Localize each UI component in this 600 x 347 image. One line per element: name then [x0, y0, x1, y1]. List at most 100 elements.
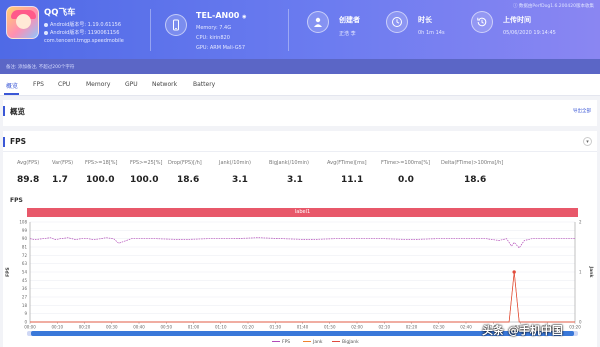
section-marker [3, 106, 5, 116]
x-tick-label: 03:20 [569, 325, 581, 330]
metric-label: FTime>=100ms[%] [381, 160, 431, 166]
metric-value: 100.0 [86, 175, 115, 185]
app-version: Android版本号: 1.19.0.61156 [44, 21, 121, 28]
upload-value: 05/06/2020 19:14:45 [503, 30, 556, 36]
legend-item-fps[interactable]: FPS [272, 340, 290, 345]
x-tick-label: 01:50 [324, 325, 336, 330]
x-tick-label: 00:10 [51, 325, 63, 330]
chart-title: FPS [10, 197, 23, 204]
divider [3, 151, 597, 152]
section-marker [3, 137, 5, 147]
x-tick-label: 02:00 [351, 325, 363, 330]
divider [288, 9, 289, 51]
version-note: ⓘ 数据由PerfDog1.6.200420版本收集 [512, 4, 594, 9]
overview-title: 概览 [10, 107, 25, 116]
device-gpu: GPU: ARM Mali-G57 [196, 45, 246, 51]
app-package: com.tencent.tmgp.speedmobile [44, 38, 124, 44]
fps-panel-title: FPS [10, 137, 27, 146]
y-tick-label: 63 [22, 261, 28, 266]
tab-battery[interactable]: Battery [193, 81, 215, 88]
metric-label: Avg(FPS) [17, 160, 40, 166]
x-tick-label: 01:40 [297, 325, 309, 330]
history-icon [471, 11, 493, 33]
android-icon [44, 30, 48, 35]
duration-label: 时长 [418, 16, 432, 24]
creator-label: 创建者 [339, 16, 360, 24]
tab-overview[interactable]: 概览 [6, 81, 18, 90]
android-icon: ◉ [242, 14, 247, 20]
export-all-link[interactable]: 导出全部 [573, 108, 591, 114]
y2-tick-label: 2 [579, 220, 582, 225]
upload-label: 上传时间 [503, 16, 531, 24]
y2-tick-label: 1 [579, 270, 582, 275]
x-tick-label: 01:30 [269, 325, 281, 330]
y-tick-label: 54 [22, 270, 28, 275]
x-tick-label: 02:30 [433, 325, 445, 330]
y-tick-label: 99 [22, 228, 28, 233]
metric-value: 0.0 [398, 175, 414, 185]
y-tick-label: 18 [22, 303, 28, 308]
label-band: label1 [27, 208, 578, 217]
tab-memory[interactable]: Memory [86, 81, 110, 88]
collapse-button[interactable]: ▾ [583, 137, 592, 146]
legend-item-jank[interactable]: Jank [303, 340, 323, 345]
device-memory: Memory: 7.4G [196, 25, 232, 31]
metric-value: 3.1 [287, 175, 303, 185]
y-tick-label: 36 [22, 286, 28, 291]
y-tick-label: 108 [19, 220, 27, 225]
report-header: QQ飞车 Android版本号: 1.19.0.61156 Android版本号… [0, 0, 600, 59]
x-tick-label: 00:30 [106, 325, 118, 330]
app-build: Android版本号: 1190061156 [44, 29, 119, 36]
legend-item-bigjank[interactable]: BigJank [332, 340, 359, 345]
x-tick-label: 00:20 [79, 325, 91, 330]
x-tick-label: 01:10 [215, 325, 227, 330]
metric-value: 11.1 [341, 175, 364, 185]
metric-label: BigJank(/10min) [269, 160, 309, 166]
metric-label: Delta(FTime)>100ms[/h] [441, 160, 504, 166]
x-tick-label: 00:50 [160, 325, 172, 330]
tab-bar: 概览 FPS CPU Memory GPU Network Battery [0, 74, 600, 96]
x-tick-label: 02:40 [460, 325, 472, 330]
user-icon [307, 11, 329, 33]
metric-label: Var(FPS) [52, 160, 74, 166]
metric-value: 18.6 [464, 175, 487, 185]
tab-fps[interactable]: FPS [33, 81, 44, 88]
active-tab-indicator [4, 93, 19, 95]
y2-axis-title: Jank [588, 266, 594, 279]
data-point-bigjank [512, 270, 516, 274]
y-tick-label: 90 [22, 236, 28, 241]
y-tick-label: 72 [22, 253, 28, 258]
fps-chart[interactable]: 091827364554637281909910801200:00 00:10 00… [0, 218, 600, 330]
overview-panel: 概览 导出全部 [3, 100, 597, 126]
metric-label: FPS>=25[%] [130, 160, 163, 166]
y-tick-label: 81 [22, 245, 28, 250]
metric-label: Drop(FPS)[/h] [168, 160, 202, 166]
y-tick-label: 9 [24, 311, 27, 316]
x-tick-label: 01:20 [242, 325, 254, 330]
clock-icon [386, 11, 408, 33]
remark-bar[interactable]: 备注: 添加备注, 不超过200个字符 [0, 59, 600, 74]
metric-value: 89.8 [17, 175, 40, 185]
x-tick-label: 02:20 [406, 325, 418, 330]
metric-value: 18.6 [177, 175, 200, 185]
app-name: QQ飞车 [44, 8, 76, 18]
tab-gpu[interactable]: GPU [125, 81, 138, 88]
x-tick-label: 00:00 [24, 325, 36, 330]
duration-value: 0h 1m 14s [418, 30, 445, 36]
metric-label: Avg(FTime)[ms] [327, 160, 367, 166]
y-tick-label: 45 [22, 278, 28, 283]
device-name: TEL-AN00 ◉ [196, 11, 247, 20]
android-icon [44, 22, 48, 27]
metric-label: FPS>=18[%] [85, 160, 118, 166]
y-tick-label: 27 [22, 295, 28, 300]
metric-label: Jank(/10min) [219, 160, 251, 166]
tab-network[interactable]: Network [152, 81, 177, 88]
tab-cpu[interactable]: CPU [58, 81, 70, 88]
info-icon: ⓘ [512, 4, 518, 9]
x-tick-label: 01:00 [188, 325, 200, 330]
app-icon [6, 6, 39, 39]
x-tick-label: 00:40 [133, 325, 145, 330]
metric-value: 1.7 [52, 175, 68, 185]
metric-value: 100.0 [130, 175, 159, 185]
x-tick-label: 02:10 [378, 325, 390, 330]
